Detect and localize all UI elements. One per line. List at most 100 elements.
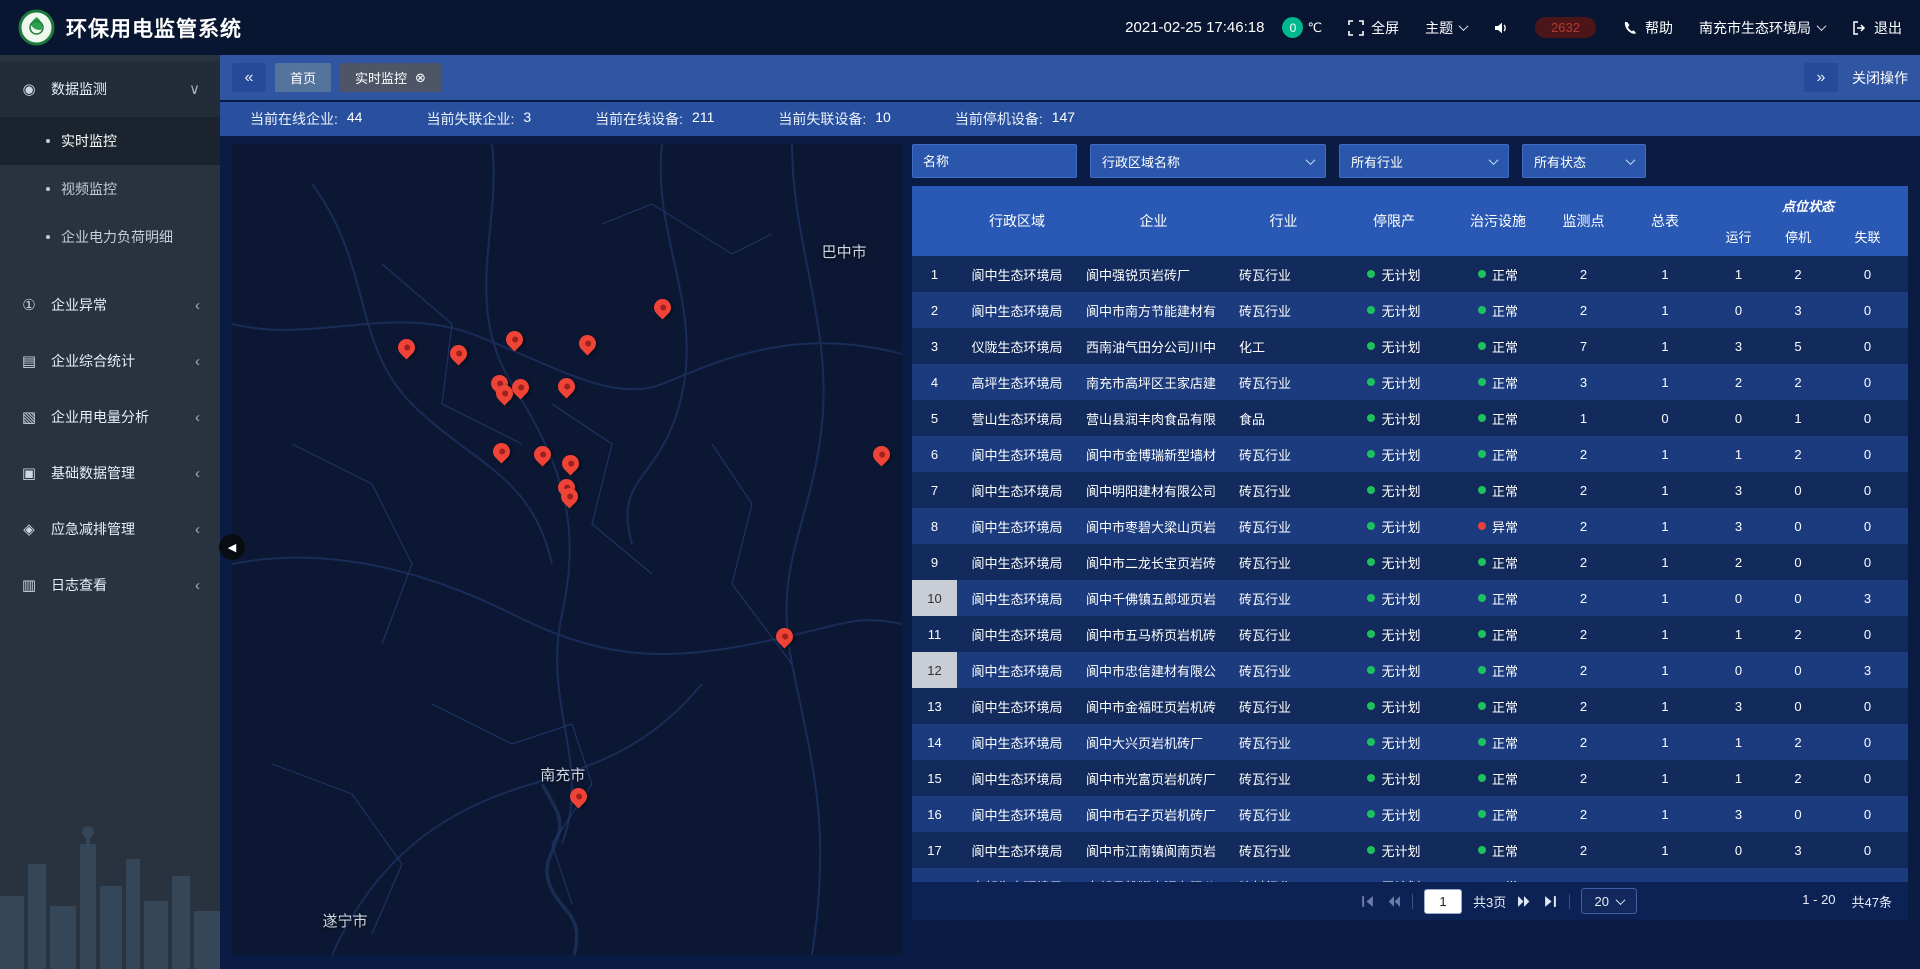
region-filter-select[interactable]: 行政区域名称 [1090,144,1326,178]
column-header-industry[interactable]: 行业 [1230,186,1337,256]
sidebar-item-log-view[interactable]: ▥ 日志查看 ‹ [0,557,220,613]
table-row[interactable]: 1 阆中生态环境局 阆中强锐页岩砖厂 砖瓦行业 无计划 [912,256,1908,292]
table-row[interactable]: 8 阆中生态环境局 阆中市枣碧大梁山页岩 砖瓦行业 无计划 [912,508,1908,544]
prev-page-icon [1386,894,1401,909]
facility-status-dot [1478,522,1486,530]
pager-last-button[interactable] [1543,894,1558,909]
industry-filter-select[interactable]: 所有行业 [1339,144,1509,178]
sidebar-item-enterprise-abnormal[interactable]: ① 企业异常 ‹ [0,277,220,333]
tabs-scroll-left-button[interactable]: « [232,63,266,92]
cell-stop-count: 2 [1769,436,1827,472]
table-row[interactable]: 3 仪陇生态环境局 西南油气田分公司川中 化工 无计划 [912,328,1908,364]
table-row[interactable]: 11 阆中生态环境局 阆中市五马桥页岩机砖 砖瓦行业 无计划 [912,616,1908,652]
cell-monitor-count: 2 [1545,796,1622,832]
close-operations-button[interactable]: 关闭操作 [1852,68,1908,88]
pager-prev-button[interactable] [1386,894,1401,909]
cell-region: 阆中生态环境局 [957,436,1077,472]
theme-dropdown[interactable]: 主题 [1425,18,1467,38]
map-collapse-button[interactable]: ◀ [219,534,245,560]
app-root: 环保用电监管系统 2021-02-25 17:46:18 0 ℃ 全屏 主题 2… [0,0,1920,969]
name-filter-input[interactable] [912,144,1077,178]
power-analysis-icon: ▧ [20,408,38,426]
cell-facility-status: 正常 [1451,364,1545,400]
logout-button[interactable]: 退出 [1851,18,1902,38]
cell-facility-status: 正常 [1451,760,1545,796]
table-row[interactable]: 7 阆中生态环境局 阆中明阳建材有限公司 砖瓦行业 无计划 [912,472,1908,508]
production-status-dot [1367,342,1375,350]
cell-run-count: 0 [1708,400,1769,436]
sidebar-item-label: 基础数据管理 [51,463,135,483]
table-row[interactable]: 10 阆中生态环境局 阆中千佛镇五郎垭页岩 砖瓦行业 无计划 [912,580,1908,616]
help-button[interactable]: 帮助 [1622,18,1673,38]
cell-stop-count: 0 [1769,544,1827,580]
table-row[interactable]: 4 高坪生态环境局 南充市高坪区王家店建 砖瓦行业 无计划 [912,364,1908,400]
cell-meter-count: 1 [1622,544,1708,580]
map-panel[interactable]: 巴中市 南充市 遂宁市 ◀ [232,144,902,955]
tabs-scroll-right-button[interactable]: » [1804,63,1838,92]
sidebar-item-enterprise-stats[interactable]: ▤ 企业综合统计 ‹ [0,333,220,389]
column-header-region[interactable]: 行政区域 [957,186,1077,256]
status-filter-value: 所有状态 [1534,152,1586,171]
table-row[interactable]: 16 阆中生态环境局 阆中市石子页岩机砖厂 砖瓦行业 无计划 [912,796,1908,832]
sidebar-item-emergency-reduction[interactable]: ◈ 应急减排管理 ‹ [0,501,220,557]
column-header-stop[interactable]: 停机 [1769,216,1827,256]
stat-value: 3 [523,109,531,129]
column-header-run[interactable]: 运行 [1708,216,1769,256]
column-header-meter[interactable]: 总表 [1622,186,1708,256]
pager-next-button[interactable] [1517,894,1532,909]
page-number-input[interactable] [1424,889,1462,914]
table-row[interactable]: 2 阆中生态环境局 阆中市南方节能建材有 砖瓦行业 无计划 [912,292,1908,328]
cell-stop-count: 0 [1769,580,1827,616]
table-row[interactable]: 17 阆中生态环境局 阆中市江南镇阆南页岩 砖瓦行业 无计划 [912,832,1908,868]
sidebar-item-data-monitoring[interactable]: ◉ 数据监测 ∨ [0,61,220,117]
column-header-production[interactable]: 停限产 [1337,186,1451,256]
sidebar-item-video-monitor[interactable]: 视频监控 [0,165,220,213]
tab-home[interactable]: 首页 [275,63,331,92]
cell-lost-count: 0 [1827,796,1908,832]
sidebar-item-label: 企业异常 [51,295,107,315]
app-logo-icon [18,9,55,46]
table-row[interactable]: 5 营山生态环境局 营山县润丰肉食品有限 食品 无计划 [912,400,1908,436]
cell-run-count: 0 [1708,832,1769,868]
alarm-count-badge[interactable]: 2632 [1535,17,1596,38]
cell-region: 南部生态环境局 [957,868,1077,882]
fullscreen-button[interactable]: 全屏 [1348,18,1399,38]
cell-lost-count: 0 [1827,724,1908,760]
column-header-company[interactable]: 企业 [1077,186,1230,256]
sidebar-item-realtime-monitor[interactable]: 实时监控 [0,117,220,165]
facility-status-dot [1478,774,1486,782]
table-row[interactable]: 18 南部生态环境局 南部县雄狮水泥有限公 建材行业 无计划 [912,868,1908,882]
table-row[interactable]: 15 阆中生态环境局 阆中市光富页岩机砖厂 砖瓦行业 无计划 [912,760,1908,796]
stat-label: 当前停机设备: [955,109,1043,129]
column-header-point-status-group: 点位状态 [1708,186,1908,216]
filter-bar: 行政区域名称 所有行业 所有状态 [912,144,1908,178]
announcement-button[interactable] [1493,20,1509,36]
cell-monitor-count: 2 [1545,832,1622,868]
pager-first-button[interactable] [1360,894,1375,909]
page-size-select[interactable]: 20 [1581,888,1637,914]
cell-company: 阆中市金福旺页岩机砖 [1077,688,1230,724]
org-dropdown[interactable]: 南充市生态环境局 [1699,18,1825,38]
table-row[interactable]: 9 阆中生态环境局 阆中市二龙长宝页岩砖 砖瓦行业 无计划 [912,544,1908,580]
table-row[interactable]: 13 阆中生态环境局 阆中市金福旺页岩机砖 砖瓦行业 无计划 [912,688,1908,724]
tab-bar: « 首页 实时监控 ⊗ » 关闭操作 [220,55,1920,100]
sidebar-item-power-analysis[interactable]: ▧ 企业用电量分析 ‹ [0,389,220,445]
tab-close-icon[interactable]: ⊗ [415,70,426,86]
app-title: 环保用电监管系统 [66,13,242,43]
cell-meter-count: 1 [1622,652,1708,688]
column-header-facility[interactable]: 治污设施 [1451,186,1545,256]
tab-realtime-monitor[interactable]: 实时监控 ⊗ [340,63,441,92]
cell-facility-status: 正常 [1451,256,1545,292]
status-filter-select[interactable]: 所有状态 [1522,144,1646,178]
table-row[interactable]: 6 阆中生态环境局 阆中市金博瑞新型墙材 砖瓦行业 无计划 [912,436,1908,472]
stats-icon: ▤ [20,352,38,370]
cell-meter-count: 1 [1622,688,1708,724]
column-header-monitor[interactable]: 监测点 [1545,186,1622,256]
cell-stop-count: 2 [1769,616,1827,652]
sidebar-item-base-data[interactable]: ▣ 基础数据管理 ‹ [0,445,220,501]
table-row[interactable]: 14 阆中生态环境局 阆中大兴页岩机砖厂 砖瓦行业 无计划 [912,724,1908,760]
sidebar-item-power-load-detail[interactable]: 企业电力负荷明细 [0,213,220,261]
chevron-left-icon: ‹ [195,353,200,370]
column-header-lost[interactable]: 失联 [1827,216,1908,256]
table-row[interactable]: 12 阆中生态环境局 阆中市忠信建材有限公 砖瓦行业 无计划 [912,652,1908,688]
